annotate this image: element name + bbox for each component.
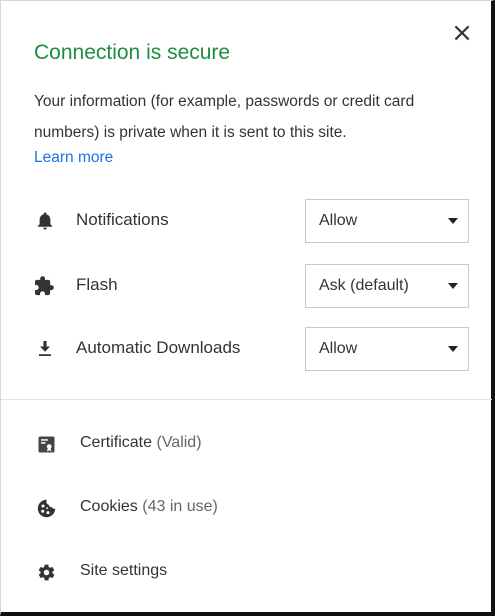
permission-label: Notifications (76, 210, 169, 229)
permission-row-automatic-downloads: Automatic Downloads Allow (1, 327, 492, 372)
popup-content: × Connection is secure Your information … (1, 1, 492, 613)
permission-label: Automatic Downloads (76, 338, 241, 357)
bell-icon (35, 211, 55, 231)
cookies-link[interactable]: Cookies (43 in use) (1, 488, 492, 528)
certificate-text: Certificate (80, 434, 153, 451)
dropdown-arrow-icon (448, 283, 458, 289)
certificate-label: Certificate (Valid) (80, 434, 202, 452)
learn-more-link[interactable]: Learn more (34, 142, 113, 173)
automatic-downloads-select[interactable]: Allow (305, 327, 469, 371)
gear-icon (36, 562, 56, 582)
cookies-text: Cookies (80, 498, 138, 515)
cookies-label: Cookies (43 in use) (80, 498, 218, 516)
select-value: Allow (319, 340, 358, 357)
select-value: Ask (default) (319, 277, 409, 294)
connection-status-title: Connection is secure (34, 41, 231, 64)
close-button[interactable]: × (450, 18, 474, 48)
site-settings-link[interactable]: Site settings (1, 552, 492, 592)
permission-row-flash: Flash Ask (default) (1, 264, 492, 309)
cookies-count: (43 in use) (142, 498, 218, 515)
section-divider (1, 399, 492, 400)
dropdown-arrow-icon (448, 218, 458, 224)
cookie-icon (36, 498, 56, 518)
permission-row-notifications: Notifications Allow (1, 199, 492, 244)
certificate-icon (36, 434, 56, 454)
select-value: Allow (319, 212, 358, 229)
certificate-status: (Valid) (156, 434, 202, 451)
puzzle-icon (35, 276, 55, 296)
flash-select[interactable]: Ask (default) (305, 264, 469, 308)
dropdown-arrow-icon (448, 346, 458, 352)
download-icon (35, 339, 55, 359)
permission-label: Flash (76, 275, 118, 294)
site-info-popup: × Connection is secure Your information … (0, 0, 495, 616)
connection-description: Your information (for example, passwords… (34, 93, 415, 141)
certificate-link[interactable]: Certificate (Valid) (1, 424, 492, 464)
close-icon: × (451, 18, 473, 48)
notifications-select[interactable]: Allow (305, 199, 469, 243)
site-settings-label: Site settings (80, 562, 168, 579)
